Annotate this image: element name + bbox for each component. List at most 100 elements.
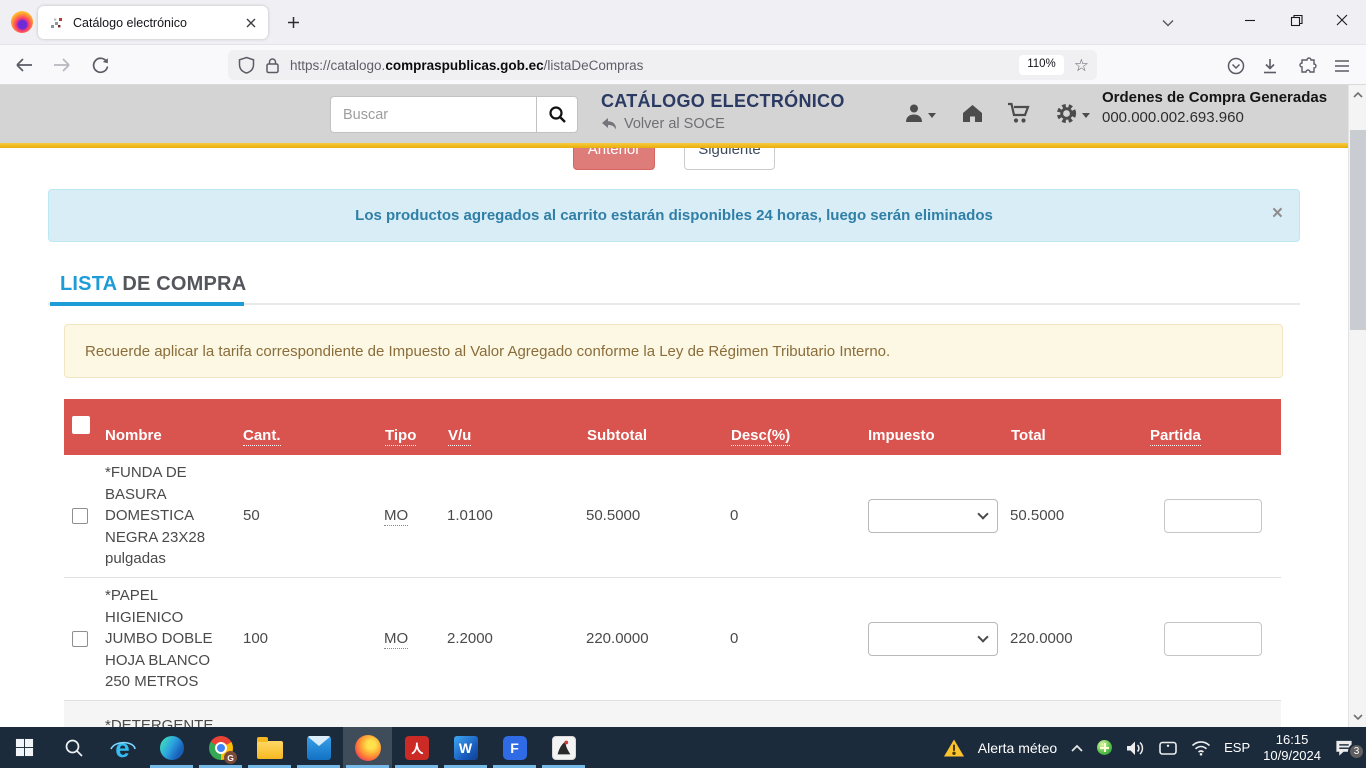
col-header-cant[interactable]: Cant. — [240, 399, 384, 455]
product-subtotal: 220.0000 — [586, 577, 730, 700]
clock-time: 16:15 — [1263, 732, 1321, 748]
orders-generated: Ordenes de Compra Generadas 000.000.002.… — [1102, 88, 1327, 128]
product-name: *DETERGENTE — [104, 700, 240, 727]
taskbar-acrobat-button[interactable] — [392, 727, 441, 768]
pocket-icon[interactable] — [1224, 54, 1248, 78]
scrollbar-up-icon[interactable] — [1352, 89, 1364, 101]
product-cant: 50 — [240, 455, 384, 577]
impuesto-select[interactable] — [868, 622, 998, 656]
select-all-checkbox[interactable] — [72, 416, 90, 434]
shield-icon[interactable] — [238, 56, 255, 74]
zoom-level-badge[interactable]: 110% — [1019, 55, 1064, 75]
notification-center-button[interactable]: 3 — [1334, 738, 1354, 757]
taskbar-ie-button[interactable]: e — [98, 727, 147, 768]
notification-count-badge: 3 — [1348, 743, 1365, 760]
product-tipo[interactable]: MO — [384, 507, 408, 526]
gear-caret-icon — [1082, 113, 1090, 122]
cart-info-alert: Los productos agregados al carrito estar… — [48, 189, 1300, 242]
url-bar[interactable]: https://catalogo.compraspublicas.gob.ec/… — [228, 50, 1097, 80]
page-scrollbar[interactable] — [1348, 85, 1366, 727]
return-icon — [601, 117, 618, 131]
java-app-icon — [552, 736, 576, 760]
partida-input[interactable] — [1164, 499, 1262, 533]
browser-toolbar: https://catalogo.compraspublicas.gob.ec/… — [0, 45, 1366, 85]
language-indicator[interactable]: ESP — [1224, 740, 1250, 755]
table-row: *FUNDA DE BASURA DOMESTICA NEGRA 23X28 p… — [64, 455, 1281, 577]
taskbar-java-app-button[interactable] — [539, 727, 588, 768]
scrollbar-down-icon[interactable] — [1352, 711, 1364, 723]
forward-button[interactable] — [50, 53, 74, 77]
display-tray-icon[interactable] — [1158, 739, 1178, 757]
taskbar-search-button[interactable] — [49, 727, 98, 768]
cart-icon[interactable] — [1007, 102, 1031, 124]
clock[interactable]: 16:15 10/9/2024 — [1263, 732, 1321, 764]
downloads-icon[interactable] — [1258, 54, 1282, 78]
volver-al-soce-link[interactable]: Volver al SOCE — [601, 116, 725, 132]
col-header-nombre: Nombre — [104, 399, 240, 455]
product-tipo[interactable]: MO — [384, 630, 408, 649]
taskbar-mail-button[interactable] — [294, 727, 343, 768]
row-checkbox[interactable] — [72, 508, 88, 524]
col-header-partida[interactable]: Partida — [1148, 399, 1281, 455]
anterior-button[interactable]: Anterior — [573, 148, 655, 170]
new-tab-button[interactable] — [280, 9, 307, 36]
browser-tab[interactable]: Catálogo electrónico — [38, 6, 268, 39]
taskbar-chrome-button[interactable] — [196, 727, 245, 768]
window-close-button[interactable] — [1319, 0, 1365, 40]
table-row: *PAPEL HIGIENICO JUMBO DOBLE HOJA BLANCO… — [64, 577, 1281, 700]
home-icon[interactable] — [961, 102, 984, 124]
user-icon[interactable] — [903, 102, 925, 124]
mail-icon — [307, 736, 331, 760]
windows-taskbar: e Alerta méteo — [0, 727, 1366, 768]
col-header-vu[interactable]: V/u — [447, 399, 586, 455]
scrollbar-thumb[interactable] — [1350, 130, 1366, 330]
volume-icon[interactable] — [1125, 739, 1145, 757]
weather-alert-icon[interactable] — [943, 738, 965, 758]
page-title-rest: DE COMPRA — [122, 273, 246, 295]
search-icon — [548, 105, 567, 124]
browser-titlebar: Catálogo electrónico — [0, 0, 1366, 45]
tab-close-icon[interactable] — [240, 12, 262, 34]
row-checkbox[interactable] — [72, 631, 88, 647]
extensions-puzzle-icon[interactable] — [1296, 54, 1320, 78]
site-header: CATÁLOGO ELECTRÓNICO Volver al SOCE Orde… — [0, 85, 1348, 148]
lock-icon[interactable] — [265, 57, 280, 74]
taskbar-edge-button[interactable] — [147, 727, 196, 768]
siguiente-button[interactable]: Siguiente — [684, 148, 775, 170]
search-input[interactable] — [330, 96, 536, 133]
search-button[interactable] — [536, 96, 578, 133]
blue-f-app-icon — [503, 736, 527, 760]
table-header-row: Nombre Cant. Tipo V/u Subtotal Desc(%) I… — [64, 399, 1281, 455]
col-header-tipo[interactable]: Tipo — [384, 399, 447, 455]
word-icon — [454, 736, 478, 760]
product-name: *FUNDA DE BASURA DOMESTICA NEGRA 23X28 p… — [104, 455, 240, 577]
product-subtotal: 50.5000 — [586, 455, 730, 577]
back-button[interactable] — [12, 53, 36, 77]
partida-input[interactable] — [1164, 622, 1262, 656]
bookmark-star-icon[interactable]: ☆ — [1074, 57, 1089, 74]
window-minimize-button[interactable] — [1227, 0, 1273, 40]
taskbar-word-button[interactable] — [441, 727, 490, 768]
gear-icon[interactable] — [1055, 102, 1078, 125]
impuesto-select[interactable] — [868, 499, 998, 533]
col-header-subtotal: Subtotal — [586, 399, 730, 455]
internet-explorer-icon: e — [110, 735, 136, 761]
tab-favicon-icon — [50, 16, 64, 30]
firefox-icon — [355, 735, 381, 761]
hamburger-menu-icon[interactable] — [1330, 54, 1354, 78]
weather-alert-label[interactable]: Alerta méteo — [978, 740, 1057, 756]
antivirus-tray-icon[interactable] — [1097, 740, 1112, 755]
taskbar-blue-f-app-button[interactable] — [490, 727, 539, 768]
taskbar-firefox-button[interactable] — [343, 727, 392, 768]
start-button[interactable] — [0, 727, 49, 768]
list-tabs-chevron-icon[interactable] — [1156, 12, 1180, 34]
tray-chevron-up-icon[interactable] — [1070, 743, 1084, 753]
reload-button[interactable] — [88, 53, 112, 77]
alert-close-icon[interactable]: × — [1272, 204, 1283, 223]
user-caret-icon — [928, 113, 936, 122]
col-header-desc[interactable]: Desc(%) — [730, 399, 866, 455]
wifi-icon[interactable] — [1191, 739, 1211, 756]
taskbar-file-explorer-button[interactable] — [245, 727, 294, 768]
search-icon — [64, 738, 84, 758]
window-restore-button[interactable] — [1273, 0, 1319, 40]
